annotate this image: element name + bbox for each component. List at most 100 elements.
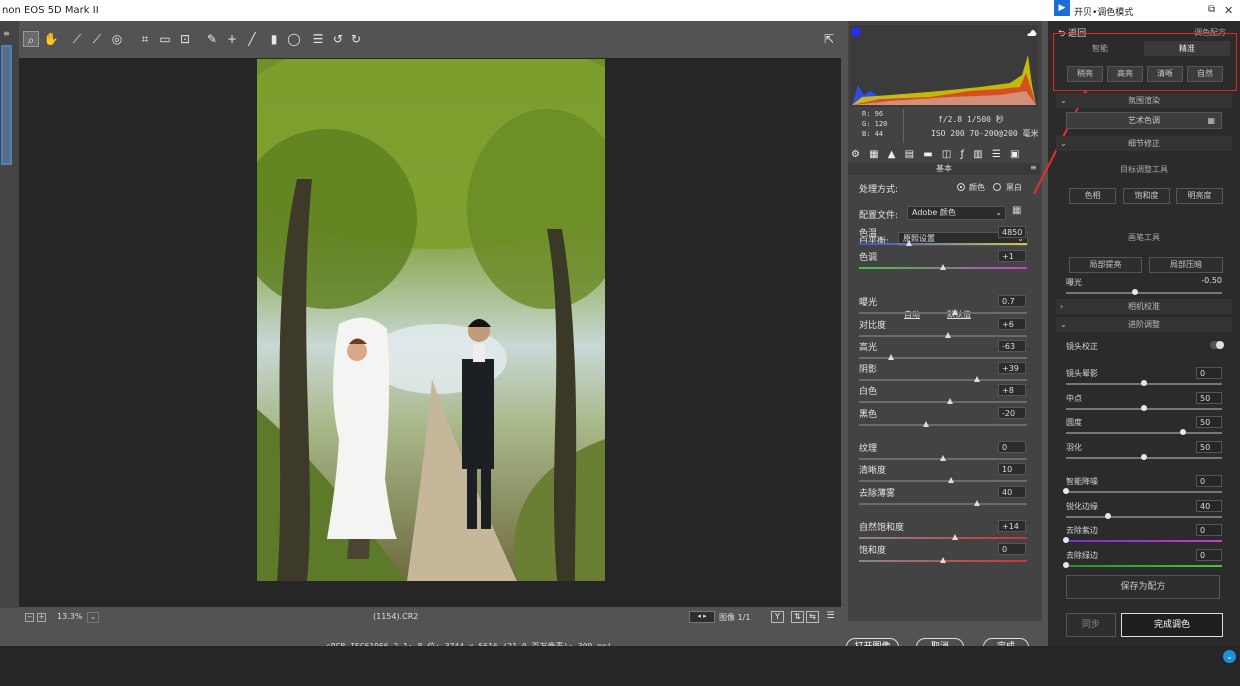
sync-button[interactable]: 同步	[1066, 613, 1116, 637]
slider-value[interactable]: 40	[998, 486, 1026, 498]
slider-value[interactable]: 0	[998, 441, 1026, 453]
plugin-slider-knob[interactable]	[1063, 537, 1069, 543]
plugin-slider-value[interactable]: 40	[1196, 499, 1222, 512]
plugin-slider-knob[interactable]	[1063, 561, 1069, 568]
straighten-tool-icon[interactable]: ▭	[157, 31, 173, 47]
plugin-slider-knob[interactable]	[1141, 453, 1147, 460]
slider-value[interactable]: +1	[998, 250, 1026, 262]
graduated-filter-icon[interactable]: ▮	[266, 31, 282, 47]
plugin-slider-track[interactable]	[1066, 429, 1222, 435]
plugin-slider-track[interactable]	[1066, 404, 1222, 411]
slider-knob[interactable]	[940, 264, 946, 270]
plugin-slider-knob[interactable]	[1063, 488, 1069, 494]
preset-high-bright[interactable]: 高亮	[1107, 66, 1143, 82]
tab-smart[interactable]: 智能	[1057, 41, 1143, 56]
slider-knob[interactable]	[973, 376, 980, 382]
plugin-slider-track[interactable]	[1066, 512, 1222, 519]
plugin-slider-track[interactable]	[1063, 561, 1222, 568]
color-sampler-icon[interactable]: ⟋	[89, 31, 105, 47]
slider-knob[interactable]	[946, 398, 953, 404]
plugin-slider-track[interactable]	[1066, 453, 1222, 460]
slider-track[interactable]	[859, 264, 1027, 270]
plugin-slider-knob[interactable]	[1180, 429, 1186, 435]
profile-dropdown[interactable]: Adobe 颜色 ⌄	[907, 206, 1006, 220]
adjustment-brush-icon[interactable]: ╱	[244, 31, 260, 47]
slider-value[interactable]: +39	[998, 362, 1026, 374]
profile-browser-icon[interactable]: ▦	[1012, 205, 1026, 219]
slider-knob[interactable]	[973, 500, 980, 506]
slider-knob[interactable]	[945, 332, 952, 338]
slider-knob[interactable]	[887, 354, 894, 360]
slider-value[interactable]: 0	[998, 543, 1026, 555]
preset-clear[interactable]: 清晰	[1147, 66, 1183, 82]
plugin-slider-value[interactable]: 50	[1196, 416, 1222, 428]
auto-link[interactable]: 自动	[904, 309, 920, 320]
plugin-slider-value[interactable]: 50	[1196, 440, 1222, 453]
slider-track[interactable]	[859, 557, 1027, 563]
crop-tool-icon[interactable]: ⌗	[137, 31, 153, 47]
slider-value[interactable]: -63	[998, 340, 1026, 352]
saturation-button[interactable]: 饱和度	[1123, 188, 1170, 204]
slider-value[interactable]: +6	[998, 318, 1026, 330]
zoom-tool-icon[interactable]: ⌕	[23, 31, 39, 47]
save-recipe-button[interactable]: 保存为配方	[1066, 575, 1220, 599]
fullscreen-icon[interactable]: ⇱	[821, 31, 837, 47]
plugin-slider-track[interactable]	[1066, 380, 1222, 386]
slider-track[interactable]	[859, 398, 1027, 404]
default-link[interactable]: 默认值	[947, 309, 971, 320]
luminance-button[interactable]: 明亮度	[1176, 188, 1223, 204]
slider-knob[interactable]	[951, 534, 958, 540]
white-balance-tool-icon[interactable]: ⟋	[69, 31, 85, 47]
plugin-slider-value[interactable]: 0	[1196, 548, 1222, 561]
image-canvas[interactable]	[19, 58, 841, 607]
close-icon[interactable]: ✕	[1224, 4, 1233, 17]
red-eye-icon[interactable]: +	[224, 31, 240, 47]
hue-button[interactable]: 色相	[1069, 188, 1116, 204]
plugin-slider-knob[interactable]	[1141, 404, 1147, 411]
slider-value[interactable]: 4850	[998, 226, 1026, 238]
plugin-slider-value[interactable]: 0	[1196, 367, 1222, 379]
finish-color-button[interactable]: 完成调色	[1121, 613, 1223, 637]
menu-icon[interactable]: ≡	[3, 29, 13, 38]
slider-track[interactable]	[859, 534, 1027, 540]
slider-track[interactable]	[859, 309, 1027, 315]
plugin-slider-track[interactable]	[1063, 537, 1222, 543]
local-brighten-button[interactable]: 局部提亮	[1069, 257, 1142, 273]
chevron-down-icon[interactable]: ⌄	[1223, 650, 1236, 663]
exposure-knob[interactable]	[1131, 289, 1138, 295]
restore-icon[interactable]: ⧉	[1208, 4, 1215, 15]
radial-filter-icon[interactable]: ◯	[286, 31, 302, 47]
section-camera[interactable]: › 相机校准	[1056, 299, 1232, 314]
plugin-slider-knob[interactable]	[1141, 380, 1147, 386]
slider-track[interactable]	[859, 500, 1027, 506]
section-atmosphere[interactable]: ⌄ 氛围渲染	[1056, 93, 1232, 108]
panel-tabs[interactable]: ⚙ ▦ ▲ ▤ ▬ ◫ ƒ ▥ ☰ ▣	[851, 149, 1039, 161]
plugin-slider-value[interactable]: 0	[1196, 475, 1222, 487]
slider-knob[interactable]	[923, 421, 930, 427]
art-tone-button[interactable]: 艺术色调 ▦	[1066, 112, 1222, 129]
slider-value[interactable]: 0.7	[998, 295, 1026, 307]
plugin-slider-value[interactable]: 50	[1196, 391, 1222, 404]
slider-value[interactable]: +8	[998, 384, 1026, 396]
slider-value[interactable]: 10	[998, 463, 1026, 475]
slider-track[interactable]	[859, 477, 1027, 483]
plugin-slider-value[interactable]: 0	[1196, 524, 1222, 536]
rotate-right-icon[interactable]: ↻	[348, 31, 364, 47]
slider-knob[interactable]	[951, 309, 958, 315]
local-darken-button[interactable]: 局部压暗	[1149, 257, 1223, 273]
preset-brighter[interactable]: 稍亮	[1067, 66, 1103, 82]
tab-precise[interactable]: 精准	[1144, 41, 1230, 56]
hand-tool-icon[interactable]: ✋	[43, 31, 59, 47]
lens-correction-toggle[interactable]	[1210, 341, 1224, 349]
slider-track[interactable]	[859, 332, 1027, 338]
target-adjust-icon[interactable]: ◎	[109, 31, 125, 47]
slider-value[interactable]: -20	[998, 407, 1026, 419]
process-bw-radio[interactable]	[993, 183, 1001, 191]
slider-track[interactable]	[859, 354, 1027, 360]
section-advanced[interactable]: ⌄ 进阶调整	[1056, 317, 1232, 332]
slider-knob[interactable]	[906, 240, 913, 246]
plugin-slider-track[interactable]	[1063, 488, 1222, 494]
preferences-icon[interactable]: ☰	[310, 31, 326, 47]
transform-tool-icon[interactable]: ⊡	[177, 31, 193, 47]
spot-removal-icon[interactable]: ✎	[204, 31, 220, 47]
